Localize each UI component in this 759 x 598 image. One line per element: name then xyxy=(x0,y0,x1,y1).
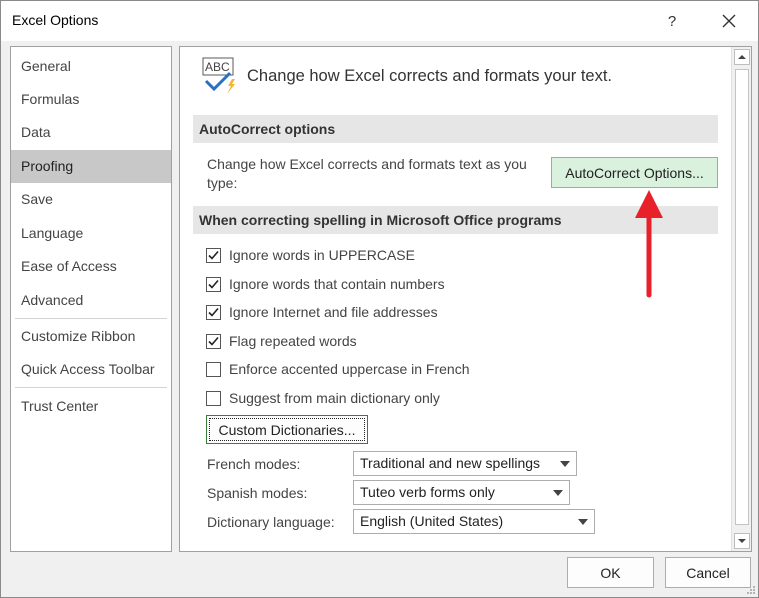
scrollbar-thumb[interactable] xyxy=(735,69,749,525)
dialog-title: Excel Options xyxy=(12,12,99,28)
spanish-modes-label: Spanish modes: xyxy=(207,485,308,501)
autocorrect-section-header: AutoCorrect options xyxy=(193,115,718,143)
scroll-up-button[interactable] xyxy=(734,49,750,65)
checkbox[interactable] xyxy=(206,333,221,349)
autocorrect-description: Change how Excel corrects and formats te… xyxy=(207,156,527,191)
sidebar-item-data[interactable]: Data xyxy=(11,116,171,149)
sidebar-divider xyxy=(15,318,167,319)
options-sidebar: General Formulas Data Proofing Save Lang… xyxy=(10,46,172,552)
checkbox[interactable] xyxy=(206,390,221,406)
option-flag-repeated-words[interactable]: Flag repeated words xyxy=(206,331,357,351)
dictionary-language-label: Dictionary language: xyxy=(207,514,335,530)
abc-spellcheck-icon: ABC xyxy=(202,57,235,94)
excel-options-dialog: Excel Options ? General Formulas Data Pr… xyxy=(0,0,759,598)
option-label: Ignore Internet and file addresses xyxy=(229,304,438,320)
spelling-section-header: When correcting spelling in Microsoft Of… xyxy=(193,206,718,234)
triangle-down-icon xyxy=(738,539,746,543)
checkmark-icon xyxy=(208,307,219,317)
select-value: English (United States) xyxy=(360,513,504,529)
sidebar-item-language[interactable]: Language xyxy=(11,217,171,250)
chevron-down-icon xyxy=(560,461,570,467)
checkbox[interactable] xyxy=(206,361,221,377)
close-button[interactable] xyxy=(703,1,755,41)
select-value: Tuteo verb forms only xyxy=(360,484,495,500)
custom-dictionaries-button[interactable]: Custom Dictionaries... xyxy=(206,415,368,444)
ok-button[interactable]: OK xyxy=(567,557,654,588)
option-label: Ignore words in UPPERCASE xyxy=(229,247,415,263)
french-modes-row: French modes: xyxy=(207,451,300,477)
checkbox[interactable] xyxy=(206,276,221,292)
panel-header: ABC Change how Excel corrects and format… xyxy=(202,55,612,97)
checkmark-icon xyxy=(208,279,219,289)
option-suggest-main-dictionary[interactable]: Suggest from main dictionary only xyxy=(206,388,440,408)
close-icon xyxy=(722,14,736,28)
spanish-modes-row: Spanish modes: xyxy=(207,480,307,506)
triangle-up-icon xyxy=(738,55,746,59)
checkbox[interactable] xyxy=(206,247,221,263)
vertical-scrollbar[interactable] xyxy=(731,47,751,551)
checkmark-icon xyxy=(208,250,219,260)
option-label: Suggest from main dictionary only xyxy=(229,390,440,406)
sidebar-item-quick-access-toolbar[interactable]: Quick Access Toolbar xyxy=(11,353,171,386)
title-bar: Excel Options ? xyxy=(1,1,758,41)
panel-header-text: Change how Excel corrects and formats yo… xyxy=(247,66,612,85)
chevron-down-icon xyxy=(553,490,563,496)
abc-icon-text: ABC xyxy=(205,60,230,74)
sidebar-divider xyxy=(15,387,167,388)
french-modes-label: French modes: xyxy=(207,456,301,472)
cancel-button[interactable]: Cancel xyxy=(665,557,751,588)
sidebar-item-trust-center[interactable]: Trust Center xyxy=(11,390,171,423)
proofing-panel: ABC Change how Excel corrects and format… xyxy=(179,46,752,552)
checkmark-icon xyxy=(208,336,219,346)
dictionary-language-row: Dictionary language: xyxy=(207,509,335,535)
sidebar-item-formulas[interactable]: Formulas xyxy=(11,83,171,116)
scroll-down-button[interactable] xyxy=(734,533,750,549)
option-ignore-internet-addresses[interactable]: Ignore Internet and file addresses xyxy=(206,302,438,322)
sidebar-item-save[interactable]: Save xyxy=(11,183,171,216)
option-label: Flag repeated words xyxy=(229,333,357,349)
option-label: Ignore words that contain numbers xyxy=(229,276,445,292)
sidebar-item-proofing[interactable]: Proofing xyxy=(11,150,171,183)
sidebar-item-advanced[interactable]: Advanced xyxy=(11,284,171,317)
help-button[interactable]: ? xyxy=(649,1,695,41)
option-ignore-numbers[interactable]: Ignore words that contain numbers xyxy=(206,274,445,294)
select-value: Traditional and new spellings xyxy=(360,455,541,471)
option-ignore-uppercase[interactable]: Ignore words in UPPERCASE xyxy=(206,245,415,265)
spanish-modes-select[interactable]: Tuteo verb forms only xyxy=(353,480,570,505)
option-label: Enforce accented uppercase in French xyxy=(229,361,470,377)
autocorrect-options-button[interactable]: AutoCorrect Options... xyxy=(551,157,718,188)
checkbox[interactable] xyxy=(206,304,221,320)
dictionary-language-select[interactable]: English (United States) xyxy=(353,509,595,534)
sidebar-item-ease-of-access[interactable]: Ease of Access xyxy=(11,250,171,283)
resize-grip-icon[interactable] xyxy=(746,585,756,595)
chevron-down-icon xyxy=(578,519,588,525)
option-enforce-accented-uppercase[interactable]: Enforce accented uppercase in French xyxy=(206,359,469,379)
sidebar-item-general[interactable]: General xyxy=(11,50,171,83)
sidebar-item-customize-ribbon[interactable]: Customize Ribbon xyxy=(11,320,171,353)
french-modes-select[interactable]: Traditional and new spellings xyxy=(353,451,577,476)
